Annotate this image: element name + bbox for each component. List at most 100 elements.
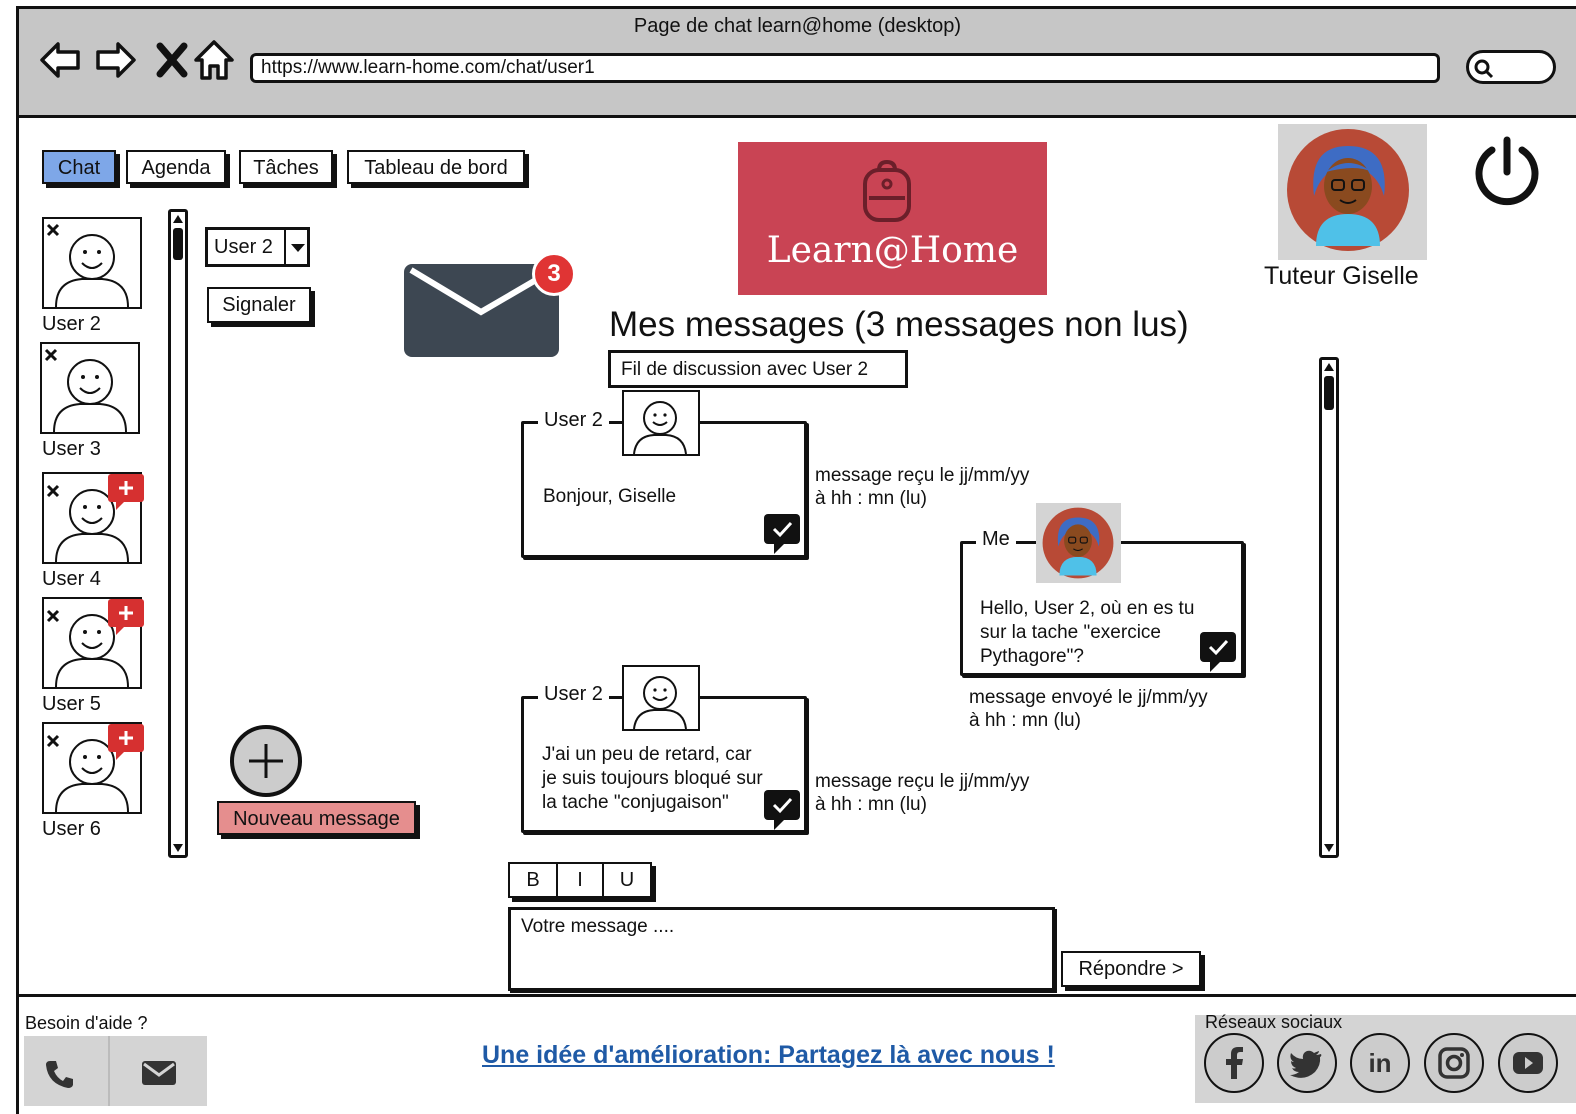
scroll-down-icon[interactable] xyxy=(1323,843,1335,853)
contact-item[interactable]: User 2 xyxy=(42,217,152,337)
facebook-icon[interactable] xyxy=(1204,1033,1264,1093)
underline-button[interactable]: U xyxy=(602,862,652,898)
youtube-glyph xyxy=(1513,1052,1543,1074)
back-icon[interactable] xyxy=(38,38,82,82)
backpack-icon xyxy=(863,160,911,222)
scroll-down-icon[interactable] xyxy=(172,843,184,853)
bold-button[interactable]: B xyxy=(508,862,558,898)
email-icon[interactable] xyxy=(141,1060,177,1086)
new-message-badge-icon xyxy=(108,599,144,635)
contact-label: User 5 xyxy=(42,693,101,715)
message-input[interactable]: Votre message .... xyxy=(508,907,1055,991)
message-text: J'ai un peu de retard, car je suis toujo… xyxy=(542,743,763,815)
contact-label: User 2 xyxy=(42,313,101,335)
user-select[interactable]: User 2 xyxy=(205,227,310,267)
contact-item[interactable]: User 3 xyxy=(40,342,150,462)
tab-chat[interactable]: Chat xyxy=(42,150,116,184)
new-message-badge-icon xyxy=(108,474,144,510)
message-meta-line: à hh : mn (lu) xyxy=(815,794,927,815)
profile-name: Tuteur Giselle xyxy=(1264,262,1419,290)
read-check-icon xyxy=(764,514,800,554)
chevron-down-icon xyxy=(291,244,305,252)
message-meta-line: à hh : mn (lu) xyxy=(969,710,1081,731)
facebook-glyph xyxy=(1226,1047,1243,1079)
profile-avatar[interactable] xyxy=(1278,124,1427,260)
my-avatar xyxy=(1036,503,1121,583)
linkedin-glyph: in xyxy=(1368,1048,1392,1078)
user-select-value: User 2 xyxy=(214,236,273,258)
youtube-icon[interactable] xyxy=(1498,1033,1558,1093)
user-avatar xyxy=(42,217,142,309)
contact-label: User 3 xyxy=(42,438,101,460)
logo-text: Learn@Home xyxy=(766,230,1019,271)
new-message-button[interactable]: Nouveau message xyxy=(217,801,416,835)
message-meta: message reçu le jj/mm/yy à hh : mn (lu) xyxy=(815,464,1029,510)
select-divider xyxy=(284,230,286,264)
power-icon[interactable] xyxy=(1470,136,1544,208)
message-text: Bonjour, Giselle xyxy=(543,486,677,507)
message-author: User 2 xyxy=(538,409,609,432)
phone-icon[interactable] xyxy=(44,1058,76,1090)
user-avatar xyxy=(40,342,140,434)
user-avatar xyxy=(622,665,700,731)
browser-search[interactable] xyxy=(1466,50,1556,84)
read-check-icon xyxy=(764,790,800,830)
window-title: Page de chat learn@home (desktop) xyxy=(633,15,962,37)
scroll-thumb[interactable] xyxy=(1324,376,1334,410)
message-meta: message reçu le jj/mm/yy à hh : mn (lu) xyxy=(815,770,1029,816)
home-icon[interactable] xyxy=(192,38,236,82)
footer-divider xyxy=(16,994,1576,997)
forward-icon[interactable] xyxy=(94,38,138,82)
scroll-up-icon[interactable] xyxy=(172,214,184,224)
reply-button[interactable]: Répondre > xyxy=(1061,951,1201,987)
help-label: Besoin d'aide ? xyxy=(25,1013,148,1033)
report-button[interactable]: Signaler xyxy=(207,287,311,323)
stop-icon[interactable] xyxy=(150,38,194,82)
user-avatar xyxy=(622,390,700,456)
learn-home-logo: Learn@Home xyxy=(738,142,1047,295)
message-text-line: Hello, User 2, où en es tu xyxy=(980,598,1195,619)
tab-agenda[interactable]: Agenda xyxy=(126,150,226,184)
message-meta-line: à hh : mn (lu) xyxy=(815,488,927,509)
message-text-line: sur la tache "exercice xyxy=(980,622,1161,643)
new-message-badge-icon xyxy=(108,724,144,760)
tutor-portrait-icon xyxy=(1287,129,1409,251)
thread-label: Fil de discussion avec User 2 xyxy=(608,350,908,388)
message-meta: message envoyé le jj/mm/yy à hh : mn (lu… xyxy=(969,686,1208,732)
contact-item[interactable]: User 5 xyxy=(42,597,152,717)
instagram-glyph xyxy=(1438,1047,1470,1079)
contact-item[interactable]: User 4 xyxy=(42,472,152,592)
tab-tableau-de-bord[interactable]: Tableau de bord xyxy=(347,150,525,184)
instagram-icon[interactable] xyxy=(1424,1033,1484,1093)
linkedin-icon[interactable]: in xyxy=(1350,1033,1410,1093)
contact-label: User 6 xyxy=(42,818,101,840)
search-icon xyxy=(1474,59,1494,79)
message-text-line: J'ai un peu de retard, car xyxy=(542,744,752,765)
message-input-placeholder: Votre message .... xyxy=(521,916,675,937)
twitter-icon[interactable] xyxy=(1277,1033,1337,1093)
message-author: User 2 xyxy=(538,683,609,706)
contact-item[interactable]: User 6 xyxy=(42,722,152,842)
my-portrait-icon xyxy=(1042,507,1114,579)
help-panel-divider xyxy=(108,1036,110,1106)
add-icon[interactable] xyxy=(229,724,305,800)
message-text-line: la tache "conjugaison" xyxy=(542,792,729,813)
page-title: Mes messages (3 messages non lus) xyxy=(609,305,1189,344)
contact-label: User 4 xyxy=(42,568,101,590)
read-check-icon xyxy=(1200,632,1236,672)
unread-count-badge: 3 xyxy=(532,252,576,296)
italic-button[interactable]: I xyxy=(556,862,604,898)
tab-taches[interactable]: Tâches xyxy=(239,150,333,184)
url-input[interactable]: https://www.learn-home.com/chat/user1 xyxy=(250,53,1440,83)
social-label: Réseaux sociaux xyxy=(1205,1012,1343,1032)
scroll-thumb[interactable] xyxy=(173,228,183,260)
help-panel xyxy=(24,1036,207,1106)
message-meta-line: message reçu le jj/mm/yy xyxy=(815,771,1030,792)
contacts-scrollbar[interactable] xyxy=(168,209,188,858)
scroll-up-icon[interactable] xyxy=(1323,362,1335,372)
feedback-link[interactable]: Une idée d'amélioration: Partagez là ave… xyxy=(482,1041,1055,1070)
thread-scrollbar[interactable] xyxy=(1319,357,1339,858)
message-meta-line: message envoyé le jj/mm/yy xyxy=(969,687,1208,708)
message-meta-line: message reçu le jj/mm/yy xyxy=(815,465,1030,486)
twitter-glyph xyxy=(1290,1050,1322,1078)
